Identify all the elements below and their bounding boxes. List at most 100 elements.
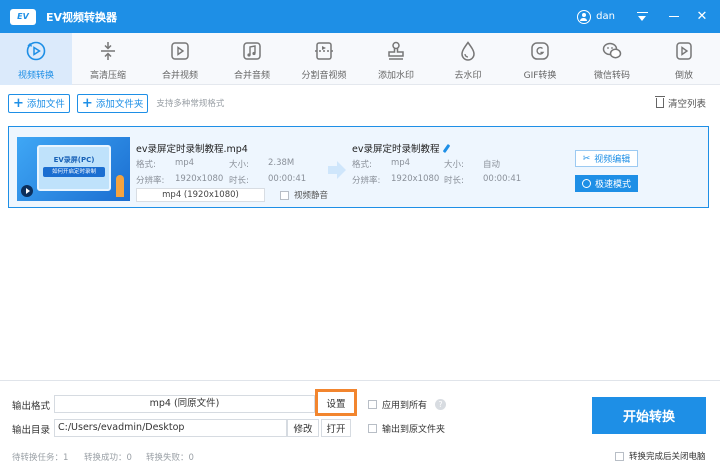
video-edit-button[interactable]: ✂ 视频编辑 [575,150,638,167]
tool-label: 添加水印 [377,71,414,81]
tool-compress[interactable]: 高清压缩 [72,33,144,85]
tool-reverse[interactable]: 倒放 [648,33,720,85]
scissors-icon: ✂ [582,153,591,164]
play-icon[interactable] [21,185,33,197]
source-size-label: 大小: [229,160,249,170]
wechat-icon [602,42,622,59]
output-dir-label: 输出目录 [12,425,51,436]
apply-all-checkbox[interactable] [368,400,377,409]
tool-label: 去水印 [454,71,482,81]
target-size-value: 自动 [483,160,501,170]
clear-list-label: 清空列表 [667,99,706,110]
source-duration-value: 00:00:41 [268,174,307,184]
video-edit-label: 视频编辑 [594,155,631,165]
tool-label: GIF转换 [523,71,557,81]
tool-label: 微信转码 [593,71,630,81]
output-to-source-checkbox[interactable] [368,424,377,433]
modify-button[interactable]: 修改 [287,419,319,437]
mute-label: 视频静音 [294,191,329,201]
help-icon[interactable]: ? [435,399,447,410]
tool-label: 分割音视频 [301,71,347,81]
reverse-icon [676,42,692,60]
merge-audio-icon [243,42,261,60]
target-duration-value: 00:00:41 [483,174,522,184]
output-format-label: 输出格式 [12,401,51,412]
tool-label: 高清压缩 [89,71,126,81]
convert-arrow-icon [328,161,346,179]
source-size-value: 2.38M [268,158,295,168]
thumbnail-subtitle: 如何开启定时录制 [43,167,105,177]
output-to-source-label: 输出到原文件夹 [382,425,446,435]
app-logo: EV [10,8,36,25]
close-icon: ✕ [696,9,708,24]
mute-option[interactable]: 视频静音 [280,189,328,201]
compress-icon [101,42,115,60]
target-size-label: 大小: [444,160,464,170]
tool-gif[interactable]: GIF转换 [504,33,576,85]
tool-label: 视频转换 [17,71,54,81]
source-file-name: ev录屏定时录制教程.mp4 [136,144,248,155]
add-file-label: 添加文件 [26,99,65,110]
add-folder-button[interactable]: + 添加文件夹 [76,93,149,113]
tool-wechat[interactable]: 微信转码 [576,33,648,85]
speed-gauge-icon [581,179,591,188]
close-button[interactable]: ✕ [690,5,714,29]
video-convert-icon [26,41,46,61]
start-convert-button[interactable]: 开始转换 [592,397,706,434]
tool-watermark[interactable]: 添加水印 [360,33,432,85]
app-title: EV视频转换器 [46,10,118,24]
status-success: 转换成功：0 [84,453,132,463]
thumbnail-screen: EV录屏(PC) 如何开启定时录制 [37,145,111,191]
shutdown-checkbox[interactable] [615,451,624,461]
plus-icon: + [13,95,24,111]
apply-all-label: 应用到所有 [382,401,428,411]
source-format-value: mp4 [175,158,195,168]
gif-icon [531,42,549,60]
tool-merge-video[interactable]: 合并视频 [144,33,216,85]
target-resolution-label: 分辨率: [352,176,381,186]
fast-mode-label: 极速模式 [594,180,631,190]
tool-label: 合并音频 [233,71,270,81]
status-failed: 转换失败：0 [146,453,194,463]
person-figure [116,175,124,197]
apply-all-option[interactable]: 应用到所有? [368,398,447,411]
function-toolbar: 视频转换 高清压缩 合并视频 合并音频 分割音视频 添加水印 去水印 GIF转换… [0,33,720,85]
target-file-name[interactable]: ev录屏定时录制教程 [352,141,451,155]
tool-split[interactable]: 分割音视频 [288,33,360,85]
tool-label: 倒放 [674,71,693,81]
add-file-button[interactable]: + 添加文件 [8,93,70,113]
settings-button[interactable]: 设置 [315,389,357,416]
minimize-button[interactable] [662,5,686,29]
open-button[interactable]: 打开 [321,419,351,437]
fast-mode-button[interactable]: 极速模式 [575,175,638,192]
video-thumbnail[interactable]: EV录屏(PC) 如何开启定时录制 [17,137,130,201]
shutdown-option[interactable]: 转换完成后关闭电脑 [615,450,706,462]
clear-list-button[interactable]: 清空列表 [654,96,706,110]
status-pending: 待转换任务：1 [12,453,69,463]
output-format-select[interactable]: mp4 (同原文件) [54,395,315,413]
shutdown-label: 转换完成后关闭电脑 [629,452,706,462]
plus-icon: + [81,95,93,111]
output-dir-field[interactable]: C:/Users/evadmin/Desktop [54,419,287,437]
minimize-icon [669,15,679,18]
title-bar: EV EV视频转换器 dan ✕ [0,0,720,33]
split-icon [315,42,333,60]
tool-merge-audio[interactable]: 合并音频 [216,33,288,85]
stamp-icon [388,41,404,60]
merge-video-icon [171,42,189,60]
target-file-name-text: ev录屏定时录制教程 [352,144,440,155]
format-hint: 支持多种常规格式 [156,99,225,109]
source-resolution-label: 分辨率: [136,176,165,186]
source-duration-label: 时长: [229,176,249,186]
tool-video-convert[interactable]: 视频转换 [0,33,72,85]
target-format-value: mp4 [391,158,411,168]
source-format-box: mp4 (1920x1080) [136,188,265,202]
mute-checkbox[interactable] [280,190,289,200]
action-bar: + 添加文件 + 添加文件夹 支持多种常规格式 清空列表 [0,86,720,120]
user-name[interactable]: dan [596,11,615,22]
output-to-source-option[interactable]: 输出到原文件夹 [368,422,445,435]
user-icon[interactable] [577,9,592,24]
menu-dropdown-icon[interactable] [637,11,648,22]
tool-remove-watermark[interactable]: 去水印 [432,33,504,85]
trash-icon [654,96,665,108]
